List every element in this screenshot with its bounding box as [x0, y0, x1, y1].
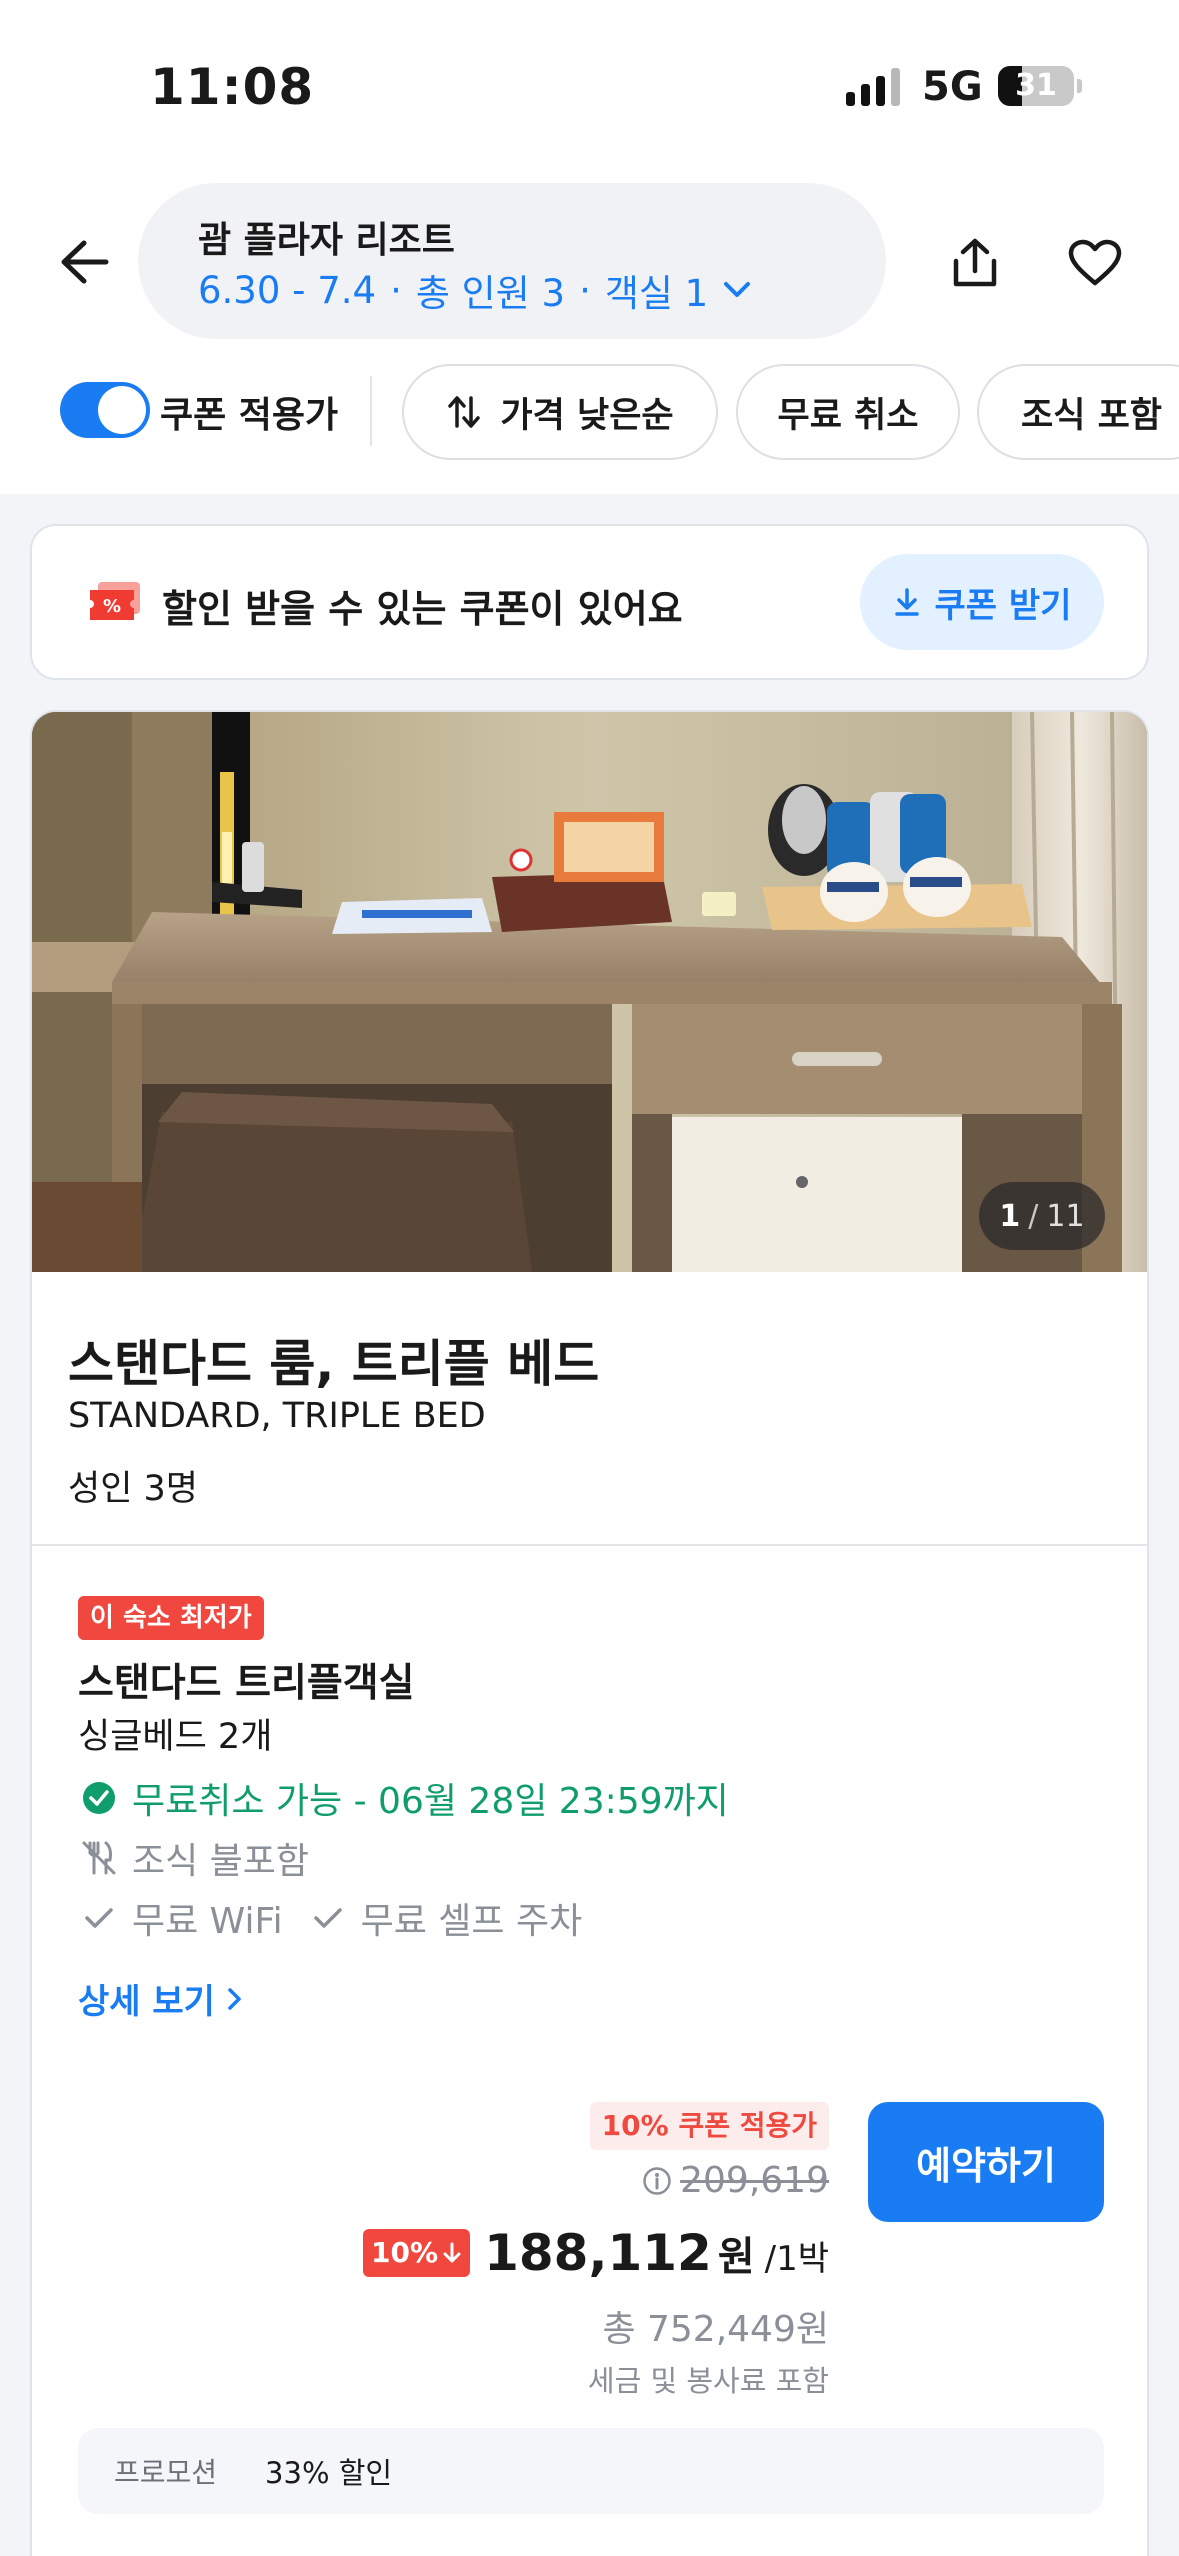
coupon-applied-badge: 10% 쿠폰 적용가: [589, 2102, 829, 2150]
coupon-toggle-label: 쿠폰 적용가: [160, 395, 339, 436]
sort-icon: [446, 394, 482, 430]
info-icon[interactable]: [642, 2166, 672, 2196]
free-cancel-feature: 무료취소 가능 - 06월 28일 23:59까지: [78, 1772, 729, 1824]
plan-name: 스탠다드 트리플객실: [78, 1661, 415, 1706]
photo-index: 1: [999, 1198, 1021, 1234]
original-price-value: 209,619: [680, 2160, 829, 2201]
sort-label: 가격 낮은순: [500, 395, 674, 436]
share-button[interactable]: [940, 228, 1010, 298]
room-card: 1 / 11 스탠다드 룸, 트리플 베드 STANDARD, TRIPLE B…: [30, 710, 1149, 2556]
top-section: 11:08 5G 31 괌 플라자 리조트 6.30 - 7.4 · 총 인원 …: [0, 0, 1179, 494]
coupon-banner: % 할인 받을 수 있는 쿠폰이 있어요 쿠폰 받기: [30, 524, 1149, 680]
breakfast-chip[interactable]: 조식 포함: [977, 364, 1179, 460]
room-photo-image: [32, 712, 1147, 1272]
original-price: 209,619: [642, 2160, 829, 2201]
detail-link-label: 상세 보기: [78, 1982, 215, 2022]
arrow-down-icon: [442, 2241, 462, 2265]
coupon-banner-text: 할인 받을 수 있는 쿠폰이 있어요: [162, 587, 683, 631]
discount-badge: 10%: [363, 2229, 471, 2277]
breakfast-label: 조식 포함: [1021, 395, 1162, 436]
filter-divider: [370, 376, 372, 446]
back-button[interactable]: [52, 230, 116, 294]
room-photo[interactable]: 1 / 11: [32, 712, 1147, 1272]
arrow-left-icon: [61, 240, 109, 284]
promotion-label: 프로모션: [114, 2456, 218, 2489]
search-summary[interactable]: 괌 플라자 리조트 6.30 - 7.4 · 총 인원 3 · 객실 1: [138, 183, 886, 339]
favorite-button[interactable]: [1060, 228, 1130, 298]
no-meal-icon: [78, 1840, 120, 1876]
amenities-feature: 무료 WiFi 무료 셀프 주차: [78, 1892, 582, 1944]
trip-details: 6.30 - 7.4 · 총 인원 3 · 객실 1: [198, 263, 752, 317]
coupon-price-toggle[interactable]: [60, 382, 150, 438]
trip-dates: 6.30 - 7.4: [198, 268, 377, 312]
total-price: 총 752,449원: [602, 2309, 829, 2350]
breakfast-feature: 조식 불포함: [78, 1832, 309, 1884]
coupon-ticket-symbol: %: [103, 596, 121, 617]
sort-chip[interactable]: 가격 낮은순: [402, 364, 718, 460]
free-cancel-text: 무료취소 가능 - 06월 28일 23:59까지: [132, 1781, 729, 1822]
battery-level: 31: [1015, 68, 1057, 103]
share-icon: [953, 238, 997, 287]
chevron-down-icon: [722, 280, 752, 300]
separator-dot: ·: [390, 268, 402, 312]
price-per-night: /1박: [764, 2239, 829, 2279]
photo-counter: 1 / 11: [979, 1182, 1105, 1250]
coupon-ticket-icon: %: [86, 580, 142, 628]
plan-bed: 싱글베드 2개: [78, 1717, 273, 1757]
detail-link[interactable]: 상세 보기: [78, 1974, 243, 2023]
battery-icon: 31: [998, 66, 1074, 106]
free-cancel-chip[interactable]: 무료 취소: [736, 364, 960, 460]
photo-counter-sep: /: [1028, 1198, 1039, 1234]
promotion-value: 33% 할인: [265, 2456, 393, 2490]
price-currency: 원: [717, 2234, 755, 2280]
price-row: 10% 188,112 원 /1박: [363, 2224, 829, 2282]
free-cancel-label: 무료 취소: [777, 395, 919, 436]
toggle-knob: [98, 386, 146, 434]
check-icon: [78, 1906, 120, 1930]
trip-rooms: 객실 1: [604, 272, 709, 315]
amenity-wifi: 무료 WiFi: [132, 1901, 283, 1942]
check-circle-icon: [78, 1781, 120, 1815]
room-occupancy: 성인 3명: [68, 1469, 198, 1509]
status-time: 11:08: [150, 58, 315, 116]
download-icon: [893, 587, 921, 617]
separator-dot: ·: [579, 268, 591, 312]
room-title: 스탠다드 룸, 트리플 베드: [68, 1335, 600, 1393]
lowest-price-badge: 이 숙소 최저가: [78, 1596, 264, 1640]
breakfast-text: 조식 불포함: [132, 1841, 310, 1882]
battery-cap: [1077, 79, 1082, 93]
photo-total: 11: [1046, 1198, 1085, 1234]
heart-icon: [1068, 239, 1122, 286]
room-subtitle: STANDARD, TRIPLE BED: [68, 1396, 486, 1436]
amenity-parking: 무료 셀프 주차: [360, 1901, 583, 1942]
book-button[interactable]: 예약하기: [868, 2102, 1104, 2222]
get-coupon-button[interactable]: 쿠폰 받기: [860, 554, 1104, 650]
trip-guests: 총 인원 3: [415, 272, 566, 315]
hotel-name: 괌 플라자 리조트: [198, 220, 455, 261]
check-icon: [307, 1906, 349, 1930]
price-value: 188,112: [484, 2224, 712, 2282]
room-divider: [32, 1544, 1147, 1546]
promotion-box: 프로모션 33% 할인: [78, 2428, 1104, 2514]
signal-icon: [846, 68, 900, 106]
get-coupon-label: 쿠폰 받기: [934, 585, 1072, 626]
chevron-right-icon: [227, 1986, 243, 2012]
tax-note: 세금 및 봉사료 포함: [587, 2364, 829, 2398]
discount-value: 10%: [371, 2236, 439, 2269]
network-label: 5G: [922, 64, 983, 110]
